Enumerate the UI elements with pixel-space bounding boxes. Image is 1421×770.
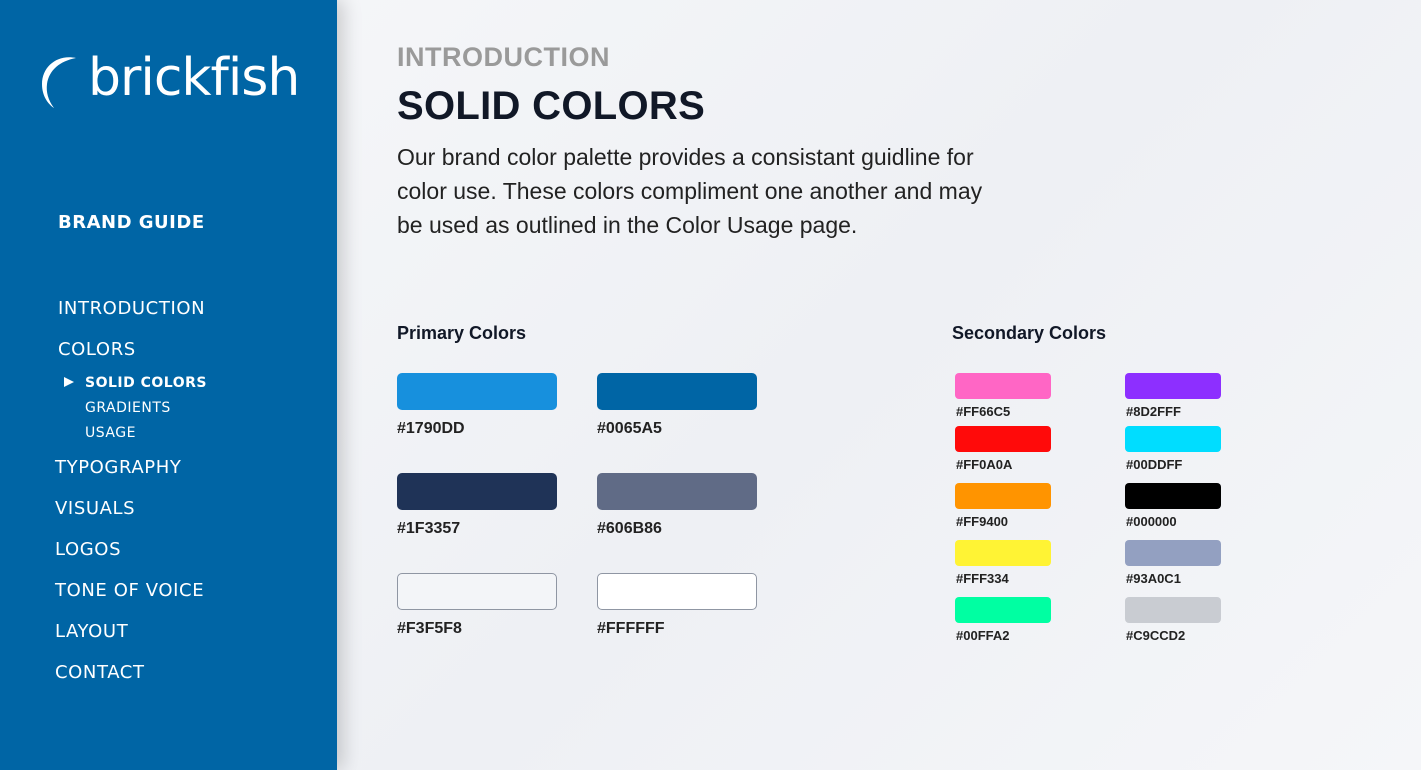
primary-swatch-label: #1790DD [397, 420, 465, 437]
nav-layout[interactable]: LAYOUT [55, 621, 128, 642]
primary-swatch-label: #0065A5 [597, 420, 662, 437]
page-title: SOLID COLORS [397, 84, 706, 128]
brand-guide-heading: BRAND GUIDE [58, 212, 205, 233]
page-description: Our brand color palette provides a consi… [397, 144, 983, 238]
secondary-swatch-label: #FFF334 [956, 571, 1009, 586]
primary-swatch-label: #F3F5F8 [397, 620, 462, 637]
secondary-swatch[interactable] [955, 373, 1051, 399]
sidebar: brickfish BRAND GUIDE INTRODUCTION COLOR… [0, 0, 337, 770]
nav-visuals[interactable]: VISUALS [55, 498, 135, 519]
primary-swatch[interactable] [397, 473, 557, 510]
primary-swatch-label: #1F3357 [397, 520, 461, 537]
nav-logos[interactable]: LOGOS [55, 539, 121, 560]
secondary-swatch-label: #00DDFF [1126, 457, 1183, 472]
nav-contact[interactable]: CONTACT [55, 662, 145, 683]
primary-swatch[interactable] [397, 573, 557, 610]
secondary-swatch[interactable] [955, 597, 1051, 623]
secondary-swatch-label: #FF0A0A [956, 457, 1013, 472]
secondary-swatch[interactable] [955, 426, 1051, 452]
secondary-swatch-label: #93A0C1 [1126, 571, 1181, 586]
primary-colors-heading: Primary Colors [397, 323, 527, 343]
primary-swatch-label: #FFFFFF [597, 620, 665, 637]
nav-tone-of-voice[interactable]: TONE OF VOICE [55, 580, 204, 601]
secondary-swatch[interactable] [1125, 373, 1221, 399]
primary-swatch[interactable] [597, 473, 757, 510]
nav-sub-gradients[interactable]: GRADIENTS [85, 400, 171, 416]
secondary-swatch-label: #FF66C5 [956, 404, 1011, 419]
nav-typography[interactable]: TYPOGRAPHY [55, 457, 181, 478]
secondary-swatch[interactable] [1125, 540, 1221, 566]
secondary-colors-heading: Secondary Colors [952, 323, 1107, 343]
brand-logo[interactable]: brickfish [36, 48, 300, 112]
nav-introduction[interactable]: INTRODUCTION [58, 298, 205, 319]
primary-swatch[interactable] [597, 573, 757, 610]
active-arrow-icon [64, 377, 74, 387]
secondary-swatch[interactable] [955, 540, 1051, 566]
brickfish-swoosh-icon [42, 57, 76, 108]
secondary-swatch-label: #FF9400 [956, 514, 1009, 529]
logo-wordmark: brickfish [88, 48, 300, 108]
nav-sub-solid-colors[interactable]: SOLID COLORS [85, 375, 207, 391]
nav-sub-usage[interactable]: USAGE [85, 425, 136, 441]
page-eyebrow: INTRODUCTION [397, 42, 610, 72]
primary-swatch[interactable] [597, 373, 757, 410]
secondary-swatch-label: #000000 [1126, 514, 1177, 529]
secondary-swatch[interactable] [955, 483, 1051, 509]
primary-swatch-label: #606B86 [597, 520, 662, 537]
secondary-swatch-label: #8D2FFF [1126, 404, 1181, 419]
secondary-swatch[interactable] [1125, 597, 1221, 623]
primary-swatch[interactable] [397, 373, 557, 410]
secondary-swatch[interactable] [1125, 426, 1221, 452]
secondary-swatch[interactable] [1125, 483, 1221, 509]
secondary-swatch-label: #00FFA2 [956, 628, 1010, 643]
secondary-swatch-label: #C9CCD2 [1126, 628, 1186, 643]
nav-colors[interactable]: COLORS [58, 339, 136, 360]
